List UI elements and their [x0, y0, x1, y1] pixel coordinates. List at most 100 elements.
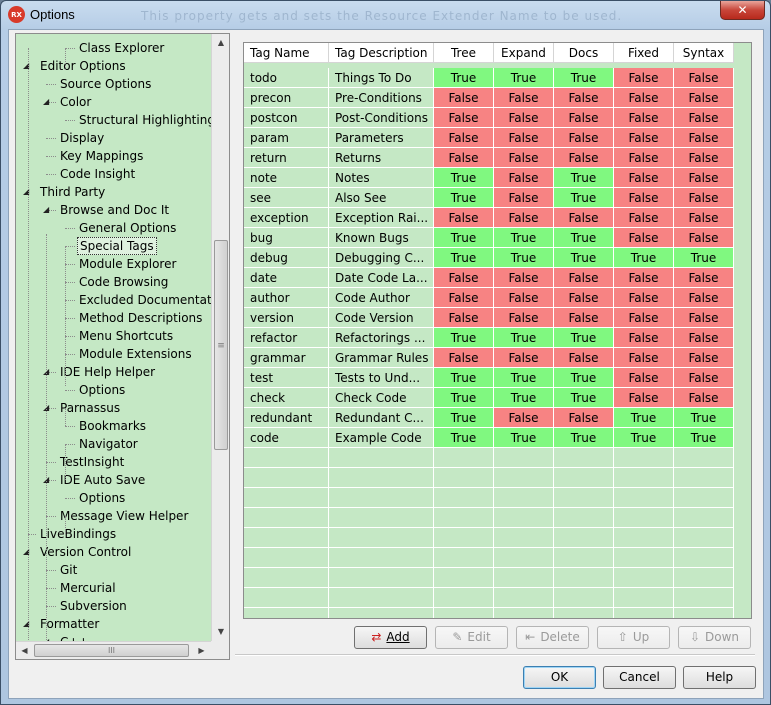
tag-name-cell[interactable]: param	[244, 128, 329, 148]
tree-item[interactable]: Display	[58, 129, 106, 147]
title-bar[interactable]: RX Options This property gets and sets t…	[1, 1, 770, 29]
tree-item[interactable]: Code Browsing	[77, 273, 170, 291]
tag-description-cell[interactable]: Debugging C...	[329, 248, 434, 268]
tree-item[interactable]: Navigator	[77, 435, 140, 453]
flag-cell[interactable]: True	[434, 388, 494, 408]
tag-name-cell[interactable]: date	[244, 268, 329, 288]
tag-name-cell[interactable]: code	[244, 428, 329, 448]
tree-item[interactable]: Options	[77, 381, 127, 399]
flag-cell[interactable]: True	[434, 328, 494, 348]
flag-cell[interactable]: False	[674, 148, 734, 168]
tree-expander-icon[interactable]: ◢	[43, 201, 49, 219]
tag-name-cell[interactable]: exception	[244, 208, 329, 228]
scroll-thumb[interactable]: ≡	[214, 240, 228, 450]
tag-description-cell[interactable]: Returns	[329, 148, 434, 168]
flag-cell[interactable]: False	[434, 308, 494, 328]
tag-description-cell[interactable]: Tests to Und...	[329, 368, 434, 388]
flag-cell[interactable]: False	[494, 188, 554, 208]
tree-item[interactable]: General Options	[77, 219, 178, 237]
tag-name-cell[interactable]: test	[244, 368, 329, 388]
tree-item[interactable]: Method Descriptions	[77, 309, 204, 327]
flag-cell[interactable]: True	[554, 168, 614, 188]
tag-description-cell[interactable]: Grammar Rules	[329, 348, 434, 368]
tree-item[interactable]: Special Tags	[77, 237, 157, 255]
tree-item[interactable]: Editor Options	[38, 57, 128, 75]
flag-cell[interactable]: True	[614, 408, 674, 428]
flag-cell[interactable]: False	[434, 128, 494, 148]
tag-description-cell[interactable]: Redundant C...	[329, 408, 434, 428]
tree-item[interactable]: Bookmarks	[77, 417, 148, 435]
flag-cell[interactable]: True	[494, 428, 554, 448]
tag-description-cell[interactable]: Things To Do	[329, 68, 434, 88]
tag-name-cell[interactable]: note	[244, 168, 329, 188]
flag-cell[interactable]: True	[554, 188, 614, 208]
column-header[interactable]: Tag Description	[329, 43, 434, 63]
column-header[interactable]: Expand	[494, 43, 554, 63]
tag-description-cell[interactable]: Also See	[329, 188, 434, 208]
flag-cell[interactable]: False	[674, 168, 734, 188]
scroll-left-icon[interactable]: ◀	[16, 642, 33, 659]
flag-cell[interactable]: False	[434, 348, 494, 368]
tree-item[interactable]: Class Explorer	[77, 39, 166, 57]
tag-description-cell[interactable]: Check Code	[329, 388, 434, 408]
flag-cell[interactable]: False	[494, 268, 554, 288]
cancel-button[interactable]: Cancel	[603, 666, 676, 689]
flag-cell[interactable]: False	[614, 148, 674, 168]
flag-cell[interactable]: False	[494, 168, 554, 188]
flag-cell[interactable]: False	[614, 348, 674, 368]
tag-name-cell[interactable]: refactor	[244, 328, 329, 348]
tag-name-cell[interactable]: grammar	[244, 348, 329, 368]
tree-item[interactable]: Excluded Documentatio	[77, 291, 224, 309]
flag-cell[interactable]: False	[434, 208, 494, 228]
flag-cell[interactable]: False	[434, 148, 494, 168]
help-button[interactable]: Help	[683, 666, 756, 689]
flag-cell[interactable]: False	[554, 408, 614, 428]
tree-item[interactable]: Message View Helper	[58, 507, 190, 525]
tag-name-cell[interactable]: todo	[244, 68, 329, 88]
tree-item[interactable]: Source Options	[58, 75, 153, 93]
flag-cell[interactable]: False	[674, 68, 734, 88]
tag-description-cell[interactable]: Known Bugs	[329, 228, 434, 248]
flag-cell[interactable]: False	[674, 328, 734, 348]
flag-cell[interactable]: True	[494, 68, 554, 88]
flag-cell[interactable]: False	[614, 368, 674, 388]
flag-cell[interactable]: True	[434, 368, 494, 388]
tree-item[interactable]: Menu Shortcuts	[77, 327, 175, 345]
tag-name-cell[interactable]: see	[244, 188, 329, 208]
tree-item[interactable]: TestInsight	[58, 453, 126, 471]
tag-description-cell[interactable]: Refactorings ...	[329, 328, 434, 348]
ok-button[interactable]: OK	[523, 666, 596, 689]
tag-description-cell[interactable]: Date Code La...	[329, 268, 434, 288]
tag-description-cell[interactable]: Code Author	[329, 288, 434, 308]
tree-item[interactable]: Browse and Doc It	[58, 201, 171, 219]
tag-description-cell[interactable]: Code Version	[329, 308, 434, 328]
flag-cell[interactable]: True	[674, 408, 734, 428]
flag-cell[interactable]: True	[674, 248, 734, 268]
flag-cell[interactable]: False	[674, 308, 734, 328]
tag-name-cell[interactable]: bug	[244, 228, 329, 248]
flag-cell[interactable]: False	[614, 108, 674, 128]
scroll-up-icon[interactable]: ▲	[212, 34, 229, 51]
flag-cell[interactable]: True	[554, 328, 614, 348]
tree-item[interactable]: Module Extensions	[77, 345, 194, 363]
flag-cell[interactable]: False	[494, 128, 554, 148]
tag-description-cell[interactable]: Notes	[329, 168, 434, 188]
flag-cell[interactable]: True	[434, 248, 494, 268]
tag-name-cell[interactable]: version	[244, 308, 329, 328]
tag-name-cell[interactable]: postcon	[244, 108, 329, 128]
flag-cell[interactable]: False	[494, 88, 554, 108]
delete-button[interactable]: ⇤ Delete	[516, 626, 589, 649]
tag-name-cell[interactable]: precon	[244, 88, 329, 108]
tree-vertical-scrollbar[interactable]: ▲ ≡ ▼	[211, 34, 229, 641]
flag-cell[interactable]: False	[434, 88, 494, 108]
tag-description-cell[interactable]: Post-Conditions	[329, 108, 434, 128]
tree-item[interactable]: Version Control	[38, 543, 133, 561]
tree-item[interactable]: Key Mappings	[58, 147, 145, 165]
flag-cell[interactable]: False	[494, 108, 554, 128]
flag-cell[interactable]: False	[674, 368, 734, 388]
tag-name-cell[interactable]: redundant	[244, 408, 329, 428]
flag-cell[interactable]: False	[674, 208, 734, 228]
tree-item[interactable]: Module Explorer	[77, 255, 178, 273]
flag-cell[interactable]: False	[554, 108, 614, 128]
flag-cell[interactable]: True	[494, 328, 554, 348]
